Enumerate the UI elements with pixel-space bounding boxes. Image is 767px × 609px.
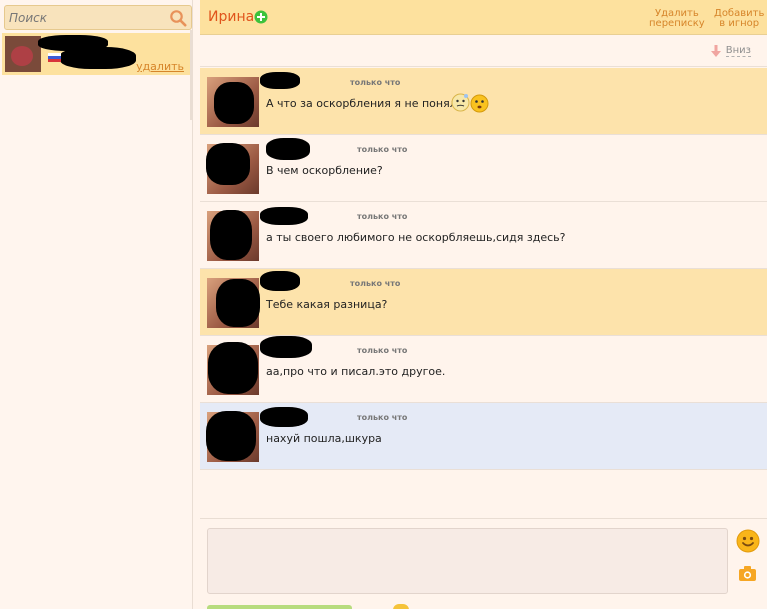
sidebar-scrollbar[interactable] [190,30,192,120]
message-text: В чем оскорбление? [266,164,383,177]
chat-toolbar: Вниз [200,36,767,67]
camera-icon[interactable] [738,565,757,582]
message-composer [200,518,767,609]
message-text: Тебе какая разница? [266,298,388,311]
message-list: только что А что за оскорбления я не пон… [200,68,767,516]
message-time: только что [357,346,408,355]
message-time: только что [357,212,408,221]
chat-header: Ирина Удалить переписку Добавить в игнор [200,0,767,35]
contact-avatar [5,36,41,72]
message-time: только что [357,145,408,154]
add-to-ignore-line-2: в игнор [719,18,760,29]
message-item: только что нахуй пошла,шкура [200,403,767,470]
message-text: аа,про что и писал.это другое. [266,365,446,378]
message-time: только что [357,413,408,422]
message-text: нахуй пошла,шкура [266,432,382,445]
message-item: только что а ты своего любимого не оскор… [200,202,767,269]
flushed-face-icon [470,94,489,113]
send-button[interactable] [207,605,352,609]
add-to-ignore-button[interactable]: Добавить в игнор [714,9,764,29]
message-text: а ты своего любимого не оскорбляешь,сидя… [266,231,566,244]
message-item: только что аа,про что и писал.это другое… [200,336,767,403]
redacted-avatar [210,210,252,260]
redacted-sender-name [260,72,300,89]
russia-flag-icon [48,53,61,62]
thinking-face-icon [451,93,470,112]
arrow-down-icon[interactable] [711,45,721,57]
search-box [4,5,192,30]
redacted-name [60,47,136,69]
redacted-sender-name [260,407,308,427]
message-time: только что [350,78,401,87]
redacted-sender-name [260,336,312,358]
redacted-sender-name [266,138,310,160]
delete-conversation-button[interactable]: Удалить переписку [649,9,705,29]
scroll-down-link[interactable]: Вниз [725,45,751,57]
smiley-icon[interactable] [736,529,760,553]
redacted-avatar [214,82,254,124]
message-item: только что Тебе какая разница? [200,269,767,336]
contacts-sidebar: удалить [0,0,193,609]
redacted-avatar [206,143,250,185]
message-item: только что В чем оскорбление? [200,135,767,202]
contact-list-item[interactable]: удалить [2,33,192,75]
delete-conversation-line-2: переписку [649,18,705,29]
message-item: только что А что за оскорбления я не пон… [200,68,767,135]
message-text: А что за оскорбления я не поняла [266,97,464,110]
message-input[interactable] [207,528,728,594]
redacted-sender-name [260,207,308,225]
search-icon[interactable] [169,9,187,27]
redacted-avatar [216,279,260,327]
redacted-sender-name [260,271,300,291]
contact-name[interactable]: Ирина [208,9,254,25]
sticker-icon[interactable] [393,604,409,609]
plus-circle-icon[interactable] [254,10,268,24]
delete-contact-link[interactable]: удалить [136,60,184,73]
redacted-avatar [206,411,256,461]
redacted-avatar [208,342,258,394]
search-input[interactable] [9,8,169,27]
message-time: только что [350,279,401,288]
